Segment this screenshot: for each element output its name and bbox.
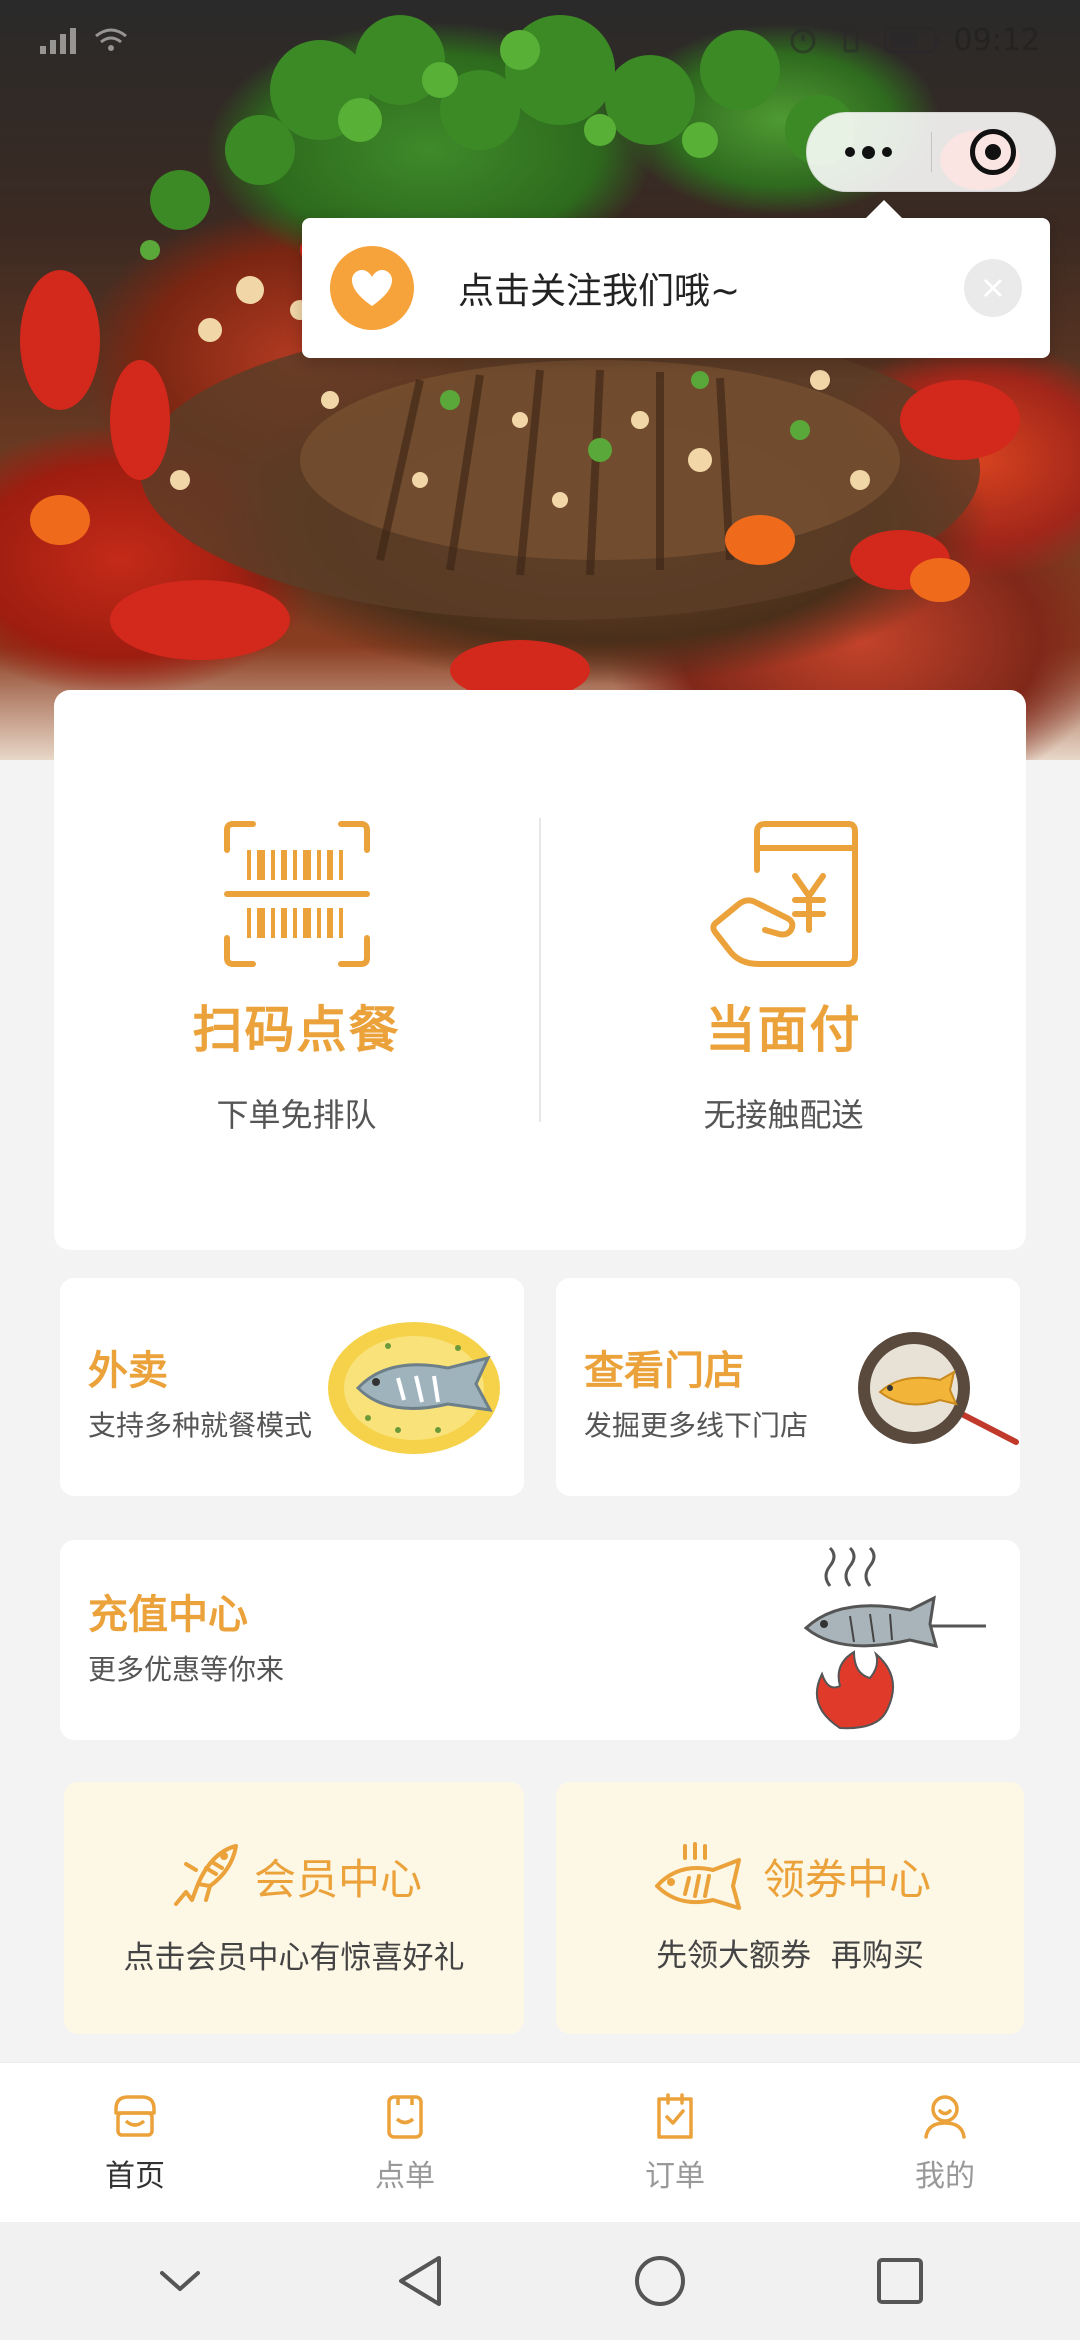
view-stores-subtitle: 发掘更多线下门店 [584, 1409, 809, 1442]
fish-plate-icon [328, 1322, 500, 1454]
takeout-title: 外卖 [88, 1348, 168, 1394]
home-circle-icon [635, 2256, 685, 2306]
system-navigation-bar [0, 2222, 1080, 2340]
scan-order-title: 扫码点餐 [192, 1001, 401, 1059]
view-stores-title: 查看门店 [584, 1348, 744, 1394]
barcode-scan-icon [223, 821, 370, 967]
face-pay-button[interactable]: 当面付 无接触配送 [541, 690, 1026, 1250]
status-left [40, 26, 128, 54]
member-center-title: 会员中心 [253, 1855, 422, 1904]
battery-icon [883, 27, 941, 53]
coupon-center-header: 领券中心 [649, 1841, 931, 1912]
close-icon [983, 278, 1003, 298]
recharge-center-title: 充值中心 [88, 1592, 248, 1638]
member-center-subtitle: 点击会员中心有惊喜好礼 [123, 1939, 465, 1976]
tab-home-label: 首页 [105, 2159, 165, 2194]
chevron-down-icon [160, 2271, 200, 2291]
nav-back-button[interactable] [370, 2241, 470, 2321]
takeout-card[interactable]: 外卖 支持多种就餐模式 [60, 1278, 524, 1496]
more-dots-icon [845, 145, 893, 159]
tab-orders-label: 订单 [645, 2159, 705, 2194]
heart-icon [330, 246, 414, 330]
status-right: 09:12 [788, 23, 1040, 58]
vibrate-icon [843, 27, 859, 53]
tab-orders[interactable]: 订单 [540, 2063, 810, 2222]
nav-home-button[interactable] [610, 2241, 710, 2321]
frying-pan-icon [858, 1332, 1019, 1445]
signal-icon [40, 26, 76, 54]
coupon-center-title: 领券中心 [762, 1855, 931, 1904]
grilled-fish-fire-icon [803, 1546, 986, 1730]
tab-home[interactable]: 首页 [0, 2063, 270, 2222]
profile-person-icon [924, 2095, 966, 2139]
bottom-tab-bar: 首页 点单 订单 我的 [0, 2062, 1080, 2222]
status-bar: 09:12 [0, 0, 1080, 80]
popup-close-button[interactable] [964, 259, 1022, 317]
member-center-header: 会员中心 [166, 1840, 422, 1914]
miniprogram-capsule [806, 112, 1056, 192]
main-actions-card: 扫码点餐 下单免排队 当面付 无接触配送 [54, 690, 1026, 1250]
face-pay-subtitle: 无接触配送 [703, 1096, 864, 1134]
home-shop-icon [114, 2095, 156, 2137]
tab-order-menu-label: 点单 [375, 2159, 435, 2194]
recents-square-icon [877, 2258, 923, 2304]
hero-banner-image: 09:12 [0, 0, 1080, 760]
target-icon [970, 129, 1017, 175]
fish-coupon-icon [654, 1841, 741, 1910]
tab-profile-label: 我的 [915, 2159, 975, 2194]
member-center-card[interactable]: 会员中心 点击会员中心有惊喜好礼 [64, 1782, 524, 2034]
orders-check-icon [657, 2093, 693, 2139]
nav-collapse-button[interactable] [130, 2241, 230, 2321]
tab-order-menu[interactable]: 点单 [270, 2063, 540, 2222]
back-triangle-icon [399, 2256, 441, 2306]
face-pay-title: 当面付 [705, 1001, 862, 1059]
takeout-subtitle: 支持多种就餐模式 [88, 1409, 313, 1442]
status-time: 09:12 [953, 22, 1040, 58]
view-stores-card[interactable]: 查看门店 发掘更多线下门店 [556, 1278, 1020, 1496]
recharge-center-subtitle: 更多优惠等你来 [88, 1653, 285, 1686]
fish-jump-icon [173, 1843, 238, 1906]
scan-order-subtitle: 下单免排队 [216, 1096, 377, 1134]
scan-order-button[interactable]: 扫码点餐 下单免排队 [54, 690, 539, 1250]
tab-profile[interactable]: 我的 [810, 2063, 1080, 2222]
more-menu-button[interactable] [807, 113, 931, 191]
coupon-center-card[interactable]: 领券中心 先领大额券 再购买 [556, 1782, 1024, 2034]
wifi-icon [95, 28, 127, 51]
close-miniprogram-button[interactable] [932, 113, 1056, 191]
nav-recents-button[interactable] [850, 2241, 950, 2321]
payment-yuan-icon [709, 821, 858, 967]
coupon-center-subtitle: 先领大额券 再购买 [656, 1937, 924, 1974]
follow-popup[interactable]: 点击关注我们哦~ [302, 200, 1050, 358]
menu-clipboard-icon [387, 2095, 423, 2139]
alarm-icon [790, 28, 816, 54]
recharge-center-card[interactable]: 充值中心 更多优惠等你来 [60, 1540, 1020, 1740]
follow-popup-text: 点击关注我们哦~ [458, 271, 741, 312]
